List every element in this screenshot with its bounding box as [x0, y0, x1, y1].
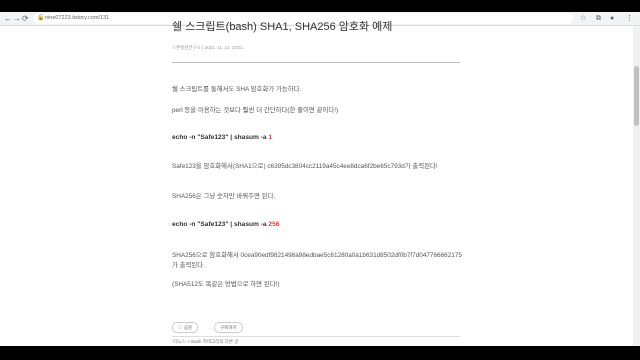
scrollbar[interactable] [633, 26, 640, 346]
scrollbar-thumb[interactable] [634, 66, 639, 126]
url-text: nine07223.tistory.com/131 [45, 15, 110, 21]
like-label: 공감 [183, 325, 193, 330]
command-sha1: echo -n "Safe123" | shasum -a 1 [172, 134, 272, 141]
command-arg: 256 [268, 221, 280, 228]
related-posts: '리눅스' > Bash 카테고리의 다른 글 [172, 336, 460, 346]
lock-icon: 🔒 [37, 15, 45, 21]
extension-icon[interactable]: ⧉ [596, 12, 601, 25]
intro-text: 쉘 스크립트를 통해서도 SHA 암호화가 가능하다. [172, 86, 302, 93]
reload-icon[interactable]: ⟳ [22, 12, 29, 25]
sha256-result-line2: 가 출력된다. [172, 262, 205, 269]
perl-note: perl 등을 이용하는 것보다 훨씬 더 간단하다(한 줄이면 끝이다!) [172, 107, 339, 114]
profile-icon[interactable]: ● [610, 12, 614, 25]
heart-icon: ♡ [178, 325, 183, 330]
forward-icon[interactable]: → [13, 12, 21, 25]
command-sha256: echo -n "Safe123" | shasum -a 256 [172, 221, 279, 228]
post-title: 쉘 스크립트(bash) SHA1, SHA256 암호화 예제 [172, 21, 393, 33]
command-arg: 1 [268, 134, 273, 141]
menu-icon[interactable]: ⋮ [626, 12, 633, 25]
post-meta: 스푼빌련연구소 | 2021. 11. 12. 23:51 [172, 45, 244, 50]
sha256-note: SHA256은 그냥 숫자만 바꿔주면 된다. [172, 193, 276, 200]
subscribe-button[interactable]: 구독하기 [214, 322, 243, 333]
title-divider [172, 62, 460, 63]
command-text: echo -n "Safe123" | shasum -a [172, 221, 269, 228]
sha256-result-line1: SHA256으로 암호화해서 0cea90edf9821498a98edbae5… [172, 252, 462, 259]
like-button[interactable]: ♡ 공감 [172, 322, 199, 333]
star-icon[interactable]: ☆ [580, 12, 586, 25]
back-icon[interactable]: ← [4, 12, 12, 25]
browser-window: ← → ⟳ 🔒 nine07223.tistory.com/131 ☆ ⧉ ● … [0, 12, 640, 346]
command-text: echo -n "Safe123" | shasum -a [172, 134, 269, 141]
sha512-note: (SHA512도 똑같은 방법으로 하면 된다!) [172, 281, 280, 288]
sha1-result: Safe123을 암호화해서(SHA1으로) c6395dc3804cc2119… [172, 163, 438, 170]
related-posts-label[interactable]: '리눅스' > Bash 카테고리의 다른 글 [172, 339, 238, 344]
post-content: 쉘 스크립트(bash) SHA1, SHA256 암호화 예제 스푼빌련연구소… [0, 21, 633, 346]
